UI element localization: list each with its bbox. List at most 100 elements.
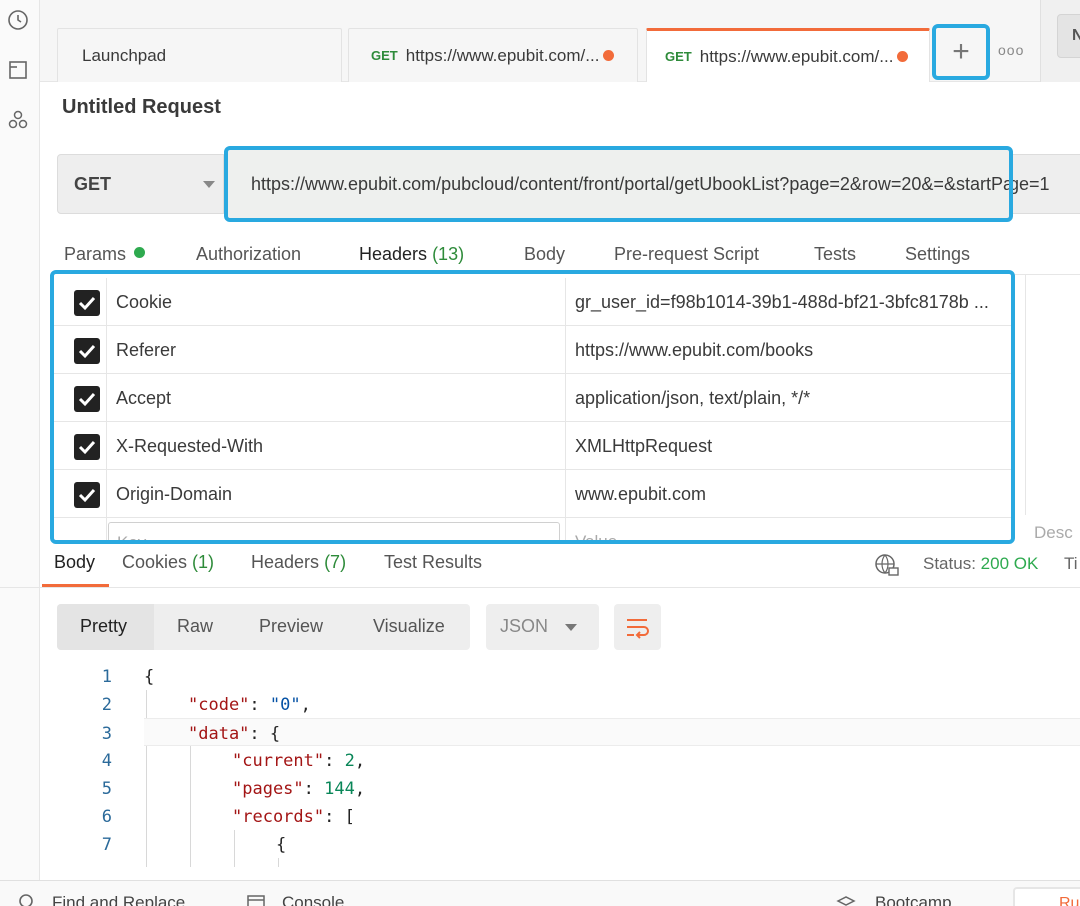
environment-button[interactable]: N xyxy=(1057,14,1080,58)
status-bar: Find and Replace Console Bootcamp Ru xyxy=(0,880,1080,906)
wrap-lines-button[interactable] xyxy=(614,604,661,650)
divider xyxy=(565,374,566,422)
request-title[interactable]: Untitled Request xyxy=(62,96,221,119)
tab-label: Params xyxy=(64,244,127,264)
divider xyxy=(1025,323,1026,371)
globe-lock-icon[interactable] xyxy=(874,552,900,578)
table-row: X-Requested-With XMLHttpRequest xyxy=(54,422,1011,470)
tab-body[interactable]: Body xyxy=(524,244,565,265)
header-value[interactable]: https://www.epubit.com/books xyxy=(575,340,1011,361)
code-text: "code": "0", xyxy=(188,695,311,715)
header-value[interactable]: www.epubit.com xyxy=(575,484,1011,505)
code-line: 2 "code": "0", xyxy=(40,690,1080,718)
header-key[interactable]: X-Requested-With xyxy=(116,436,263,457)
tab-test-results[interactable]: Test Results xyxy=(384,552,482,573)
left-rail xyxy=(0,0,40,880)
divider xyxy=(106,470,107,518)
status-label: Status: xyxy=(923,554,976,573)
header-key[interactable]: Origin-Domain xyxy=(116,484,232,505)
tab-method: GET xyxy=(665,49,692,64)
new-tab-button[interactable]: + xyxy=(932,24,990,80)
tab-settings[interactable]: Settings xyxy=(905,244,970,265)
tab-label: Authorization xyxy=(196,244,302,264)
divider xyxy=(565,470,566,518)
header-value[interactable]: gr_user_id=f98b1014-39b1-488d-bf21-3bfc8… xyxy=(575,292,1011,313)
tab-label: Body xyxy=(524,244,566,264)
divider xyxy=(106,374,107,422)
tab-request-2[interactable]: GET https://www.epubit.com/... xyxy=(646,28,930,82)
tab-url: https://www.epubit.com/... xyxy=(699,46,894,66)
console-button[interactable]: Console xyxy=(282,893,344,906)
status-indicator[interactable]: Status: 200 OK xyxy=(923,554,1038,574)
code-text: "data": { xyxy=(188,724,281,744)
unsaved-dot-icon xyxy=(897,51,909,62)
tab-authorization[interactable]: Authorization xyxy=(196,244,301,265)
tab-response-cookies[interactable]: Cookies (1) xyxy=(122,552,214,573)
runner-button[interactable]: Ru xyxy=(1013,887,1080,906)
tab-headers[interactable]: Headers (13) xyxy=(359,244,464,265)
raw-button[interactable]: Raw xyxy=(177,604,213,650)
header-value[interactable]: XMLHttpRequest xyxy=(575,436,1011,457)
header-key[interactable]: Cookie xyxy=(116,292,172,313)
line-number: 2 xyxy=(101,695,112,715)
tab-count: (1) xyxy=(192,552,215,572)
tab-params[interactable]: Params xyxy=(64,244,146,265)
header-value[interactable]: application/json, text/plain, */* xyxy=(575,388,1011,409)
tab-label: Cookies xyxy=(122,552,188,572)
apis-icon[interactable] xyxy=(6,108,30,132)
divider xyxy=(1025,419,1026,467)
check-icon xyxy=(78,392,96,407)
tab-launchpad[interactable]: Launchpad xyxy=(57,28,342,82)
divider xyxy=(106,278,107,326)
tab-count: (7) xyxy=(324,552,347,572)
url-input[interactable]: https://www.epubit.com/pubcloud/content/… xyxy=(224,146,1013,222)
checkbox[interactable] xyxy=(74,338,100,364)
tab-label: Headers xyxy=(251,552,320,572)
header-key[interactable]: Accept xyxy=(116,388,171,409)
code-text: { xyxy=(276,835,287,855)
header-key[interactable]: Referer xyxy=(116,340,176,361)
divider xyxy=(1025,275,1026,323)
key-input[interactable]: Key xyxy=(108,522,560,540)
value-input[interactable]: Value xyxy=(575,532,617,540)
table-row: Referer https://www.epubit.com/books xyxy=(54,326,1011,374)
format-select[interactable]: JSON xyxy=(486,604,599,650)
checkbox[interactable] xyxy=(74,434,100,460)
console-icon xyxy=(246,893,266,906)
checkbox[interactable] xyxy=(74,386,100,412)
checkbox[interactable] xyxy=(74,290,100,316)
tab-label: Pre-request Script xyxy=(614,244,760,264)
tab-pre-request-script[interactable]: Pre-request Script xyxy=(614,244,759,265)
url-input-overflow[interactable]: https://www.epubit.com/pubcloud/content/… xyxy=(1013,154,1080,214)
indent-guide xyxy=(278,858,279,867)
collections-icon[interactable] xyxy=(6,58,30,82)
pretty-button[interactable]: Pretty xyxy=(57,604,154,650)
divider xyxy=(1025,371,1026,419)
code-text: "pages": 144, xyxy=(232,779,366,799)
visualize-button[interactable]: Visualize xyxy=(373,604,445,650)
params-indicator-icon xyxy=(134,247,146,258)
tab-response-headers[interactable]: Headers (7) xyxy=(251,552,346,573)
url-value: https://www.epubit.com/pubcloud/content/… xyxy=(251,174,1013,194)
url-value-overflow: https://www.epubit.com/pubcloud/content/… xyxy=(1013,174,1050,194)
tab-response-body[interactable]: Body xyxy=(54,552,95,573)
find-replace-button[interactable]: Find and Replace xyxy=(52,893,185,906)
tab-count: (13) xyxy=(432,244,465,264)
tab-tests[interactable]: Tests xyxy=(814,244,856,265)
tab-label: Headers xyxy=(359,244,428,264)
time-label[interactable]: Ti xyxy=(1064,554,1078,574)
history-icon[interactable] xyxy=(6,8,30,32)
bootcamp-button[interactable]: Bootcamp xyxy=(875,893,952,906)
checkbox[interactable] xyxy=(74,482,100,508)
response-body-code[interactable]: 1 { 2 "code": "0", 3 "data": { 4 "curren… xyxy=(40,662,1080,867)
divider xyxy=(1025,467,1026,515)
preview-button[interactable]: Preview xyxy=(259,604,323,650)
divider xyxy=(565,518,566,540)
plus-icon: + xyxy=(952,35,970,68)
more-tabs-icon[interactable]: ooo xyxy=(998,42,1024,58)
tab-request-1[interactable]: GET https://www.epubit.com/... xyxy=(348,28,638,82)
method-select[interactable]: GET xyxy=(57,154,224,214)
description-input[interactable]: Desc xyxy=(1034,523,1073,543)
table-row: Origin-Domain www.epubit.com xyxy=(54,470,1011,518)
check-icon xyxy=(78,488,96,503)
